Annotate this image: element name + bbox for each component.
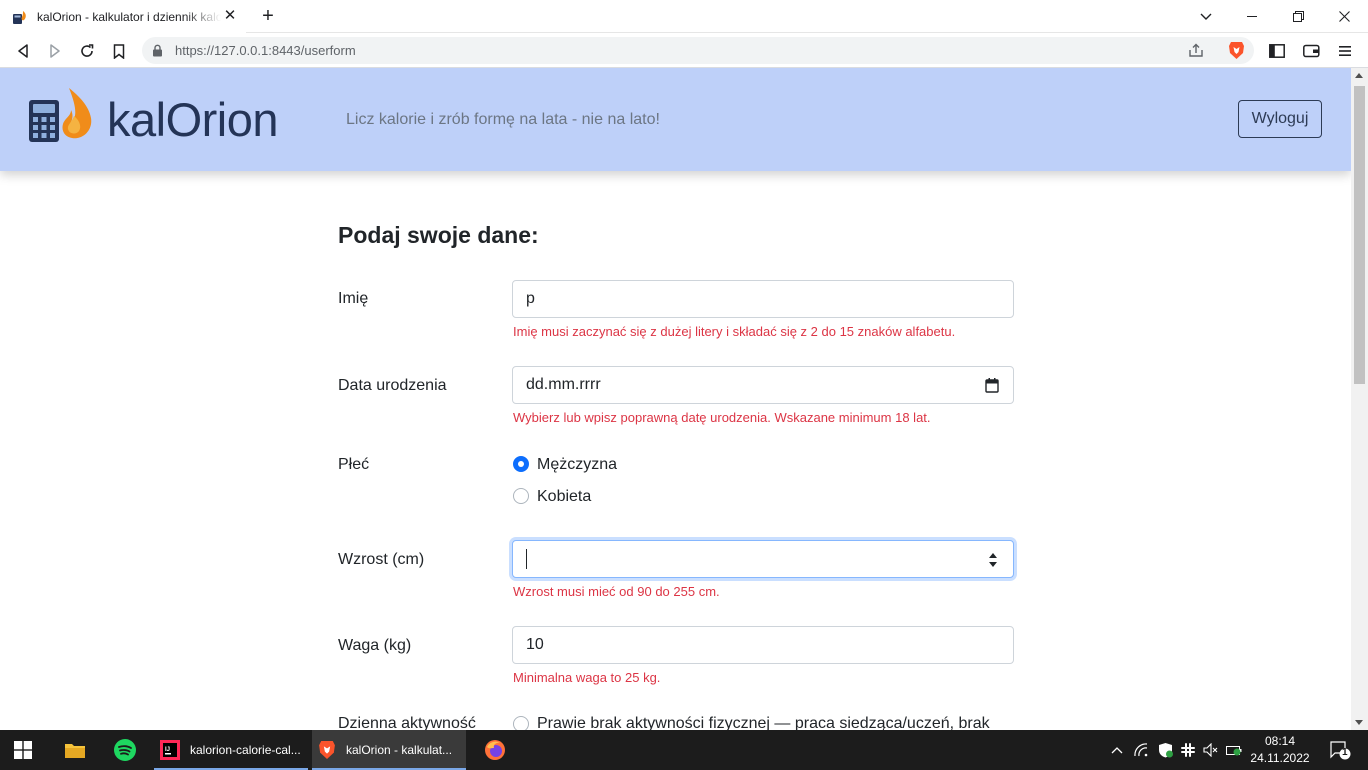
security-shield-icon[interactable]: [1154, 730, 1176, 770]
close-window-icon[interactable]: [1321, 0, 1367, 33]
birthdate-input[interactable]: dd.mm.rrrr: [512, 366, 1014, 404]
taskbar-app-intellij[interactable]: IJ kalorion-calorie-cal...: [154, 730, 308, 770]
sex-radio-male[interactable]: [513, 456, 529, 472]
activity-label: Dzienna aktywność: [338, 715, 476, 730]
tab-title: kalOrion - kalkulator i dziennik kalorii: [37, 9, 221, 24]
birthdate-input-value: dd.mm.rrrr: [526, 376, 601, 393]
browser-tab-active[interactable]: kalOrion - kalkulator i dziennik kalorii…: [0, 0, 246, 33]
brave-shields-icon[interactable]: [1228, 41, 1245, 60]
text-caret: [526, 549, 527, 569]
reload-icon[interactable]: [75, 39, 99, 63]
sex-option-female-label: Kobieta: [537, 488, 592, 505]
tagline: Licz kalorie i zrób formę na lata - nie …: [346, 111, 660, 128]
height-label: Wzrost (cm): [338, 551, 425, 568]
calendar-icon[interactable]: [985, 378, 999, 393]
name-input-value: p: [526, 290, 535, 307]
brave-browser-icon: [319, 741, 335, 759]
wallet-icon[interactable]: [1299, 39, 1323, 63]
bookmark-icon[interactable]: [107, 39, 131, 63]
svg-text:IJ: IJ: [165, 747, 170, 753]
activity-option-1-label: Prawie brak aktywności fizycznej — praca…: [537, 715, 990, 730]
new-tab-plus-icon[interactable]: +: [257, 5, 279, 27]
volume-muted-icon[interactable]: [1200, 730, 1222, 770]
logout-button[interactable]: Wyloguj: [1238, 100, 1322, 138]
spotify-icon[interactable]: [114, 730, 136, 770]
weight-input-value: 10: [526, 636, 544, 653]
menu-icon[interactable]: [1333, 39, 1357, 63]
weight-label: Waga (kg): [338, 637, 412, 654]
scrollbar-thumb[interactable]: [1354, 86, 1365, 384]
forward-icon[interactable]: [43, 39, 67, 63]
form-title: Podaj swoje dane:: [338, 222, 539, 248]
back-icon[interactable]: [11, 39, 35, 63]
name-label: Imię: [338, 290, 369, 307]
scroll-up-arrow-icon[interactable]: [1355, 73, 1363, 78]
taskbar-app-intellij-label: kalorion-calorie-cal...: [190, 743, 301, 757]
height-error: Wzrost musi mieć od 90 do 255 cm.: [513, 584, 720, 599]
firefox-icon[interactable]: [484, 730, 506, 770]
kalorion-favicon-icon: [13, 10, 26, 24]
name-input[interactable]: p: [512, 280, 1014, 318]
url-text: https://127.0.0.1:8443/userform: [175, 43, 356, 58]
height-input[interactable]: [512, 540, 1014, 578]
lock-icon: [153, 44, 162, 57]
restore-icon[interactable]: [1275, 0, 1321, 33]
clock-date: 24.11.2022: [1250, 751, 1310, 765]
number-spinner-icon[interactable]: [987, 550, 999, 570]
weight-error: Minimalna waga to 25 kg.: [513, 670, 661, 685]
sex-option-male-label: Mężczyzna: [537, 456, 618, 473]
page-scrollbar[interactable]: [1351, 68, 1368, 730]
name-error: Imię musi zaczynać się z dużej litery i …: [513, 324, 956, 339]
windows-start-icon[interactable]: [14, 730, 32, 770]
sidebar-toggle-icon[interactable]: [1265, 39, 1289, 63]
activity-radio-1[interactable]: [513, 716, 529, 730]
slack-icon[interactable]: [1177, 730, 1199, 770]
birthdate-label: Data urodzenia: [338, 377, 447, 394]
tray-overflow-chevron-icon[interactable]: [1106, 730, 1128, 770]
brand-name: kalOrion: [107, 93, 279, 146]
tab-close-icon[interactable]: ✕: [222, 8, 238, 24]
taskbar-clock[interactable]: 08:14 24.11.2022: [1248, 733, 1312, 767]
address-bar[interactable]: https://127.0.0.1:8443/userform: [142, 37, 1254, 64]
browser-tabstrip: kalOrion - kalkulator i dziennik kalorii…: [0, 0, 1368, 33]
network-icon[interactable]: [1130, 730, 1152, 770]
notification-center-icon[interactable]: 1: [1322, 730, 1358, 770]
page-viewport: kalOrion Licz kalorie i zrób formę na la…: [0, 68, 1351, 730]
browser-toolbar: https://127.0.0.1:8443/userform: [0, 33, 1368, 68]
taskbar-app-brave[interactable]: kalOrion - kalkulat...: [312, 730, 466, 770]
tab-search-chevron-icon[interactable]: [1183, 0, 1229, 33]
scroll-down-arrow-icon[interactable]: [1355, 720, 1363, 725]
sex-label: Płeć: [338, 456, 370, 473]
windows-taskbar: IJ kalorion-calorie-cal... kalOrion - ka…: [0, 730, 1368, 770]
clock-time: 08:14: [1264, 734, 1296, 748]
app-header: kalOrion Licz kalorie i zrób formę na la…: [0, 68, 1351, 171]
notification-count: 1: [1342, 747, 1348, 758]
file-explorer-icon[interactable]: [64, 730, 86, 770]
weight-input[interactable]: 10: [512, 626, 1014, 664]
share-icon[interactable]: [1188, 43, 1204, 58]
sex-radio-female[interactable]: [513, 488, 529, 504]
birthdate-error: Wybierz lub wpisz poprawną datę urodzeni…: [513, 410, 931, 425]
intellij-icon: IJ: [160, 740, 180, 760]
calculator-flame-logo-icon: [29, 88, 92, 142]
battery-charging-icon[interactable]: [1223, 730, 1245, 770]
taskbar-app-brave-label: kalOrion - kalkulat...: [346, 743, 453, 757]
minimize-icon[interactable]: [1229, 0, 1275, 33]
